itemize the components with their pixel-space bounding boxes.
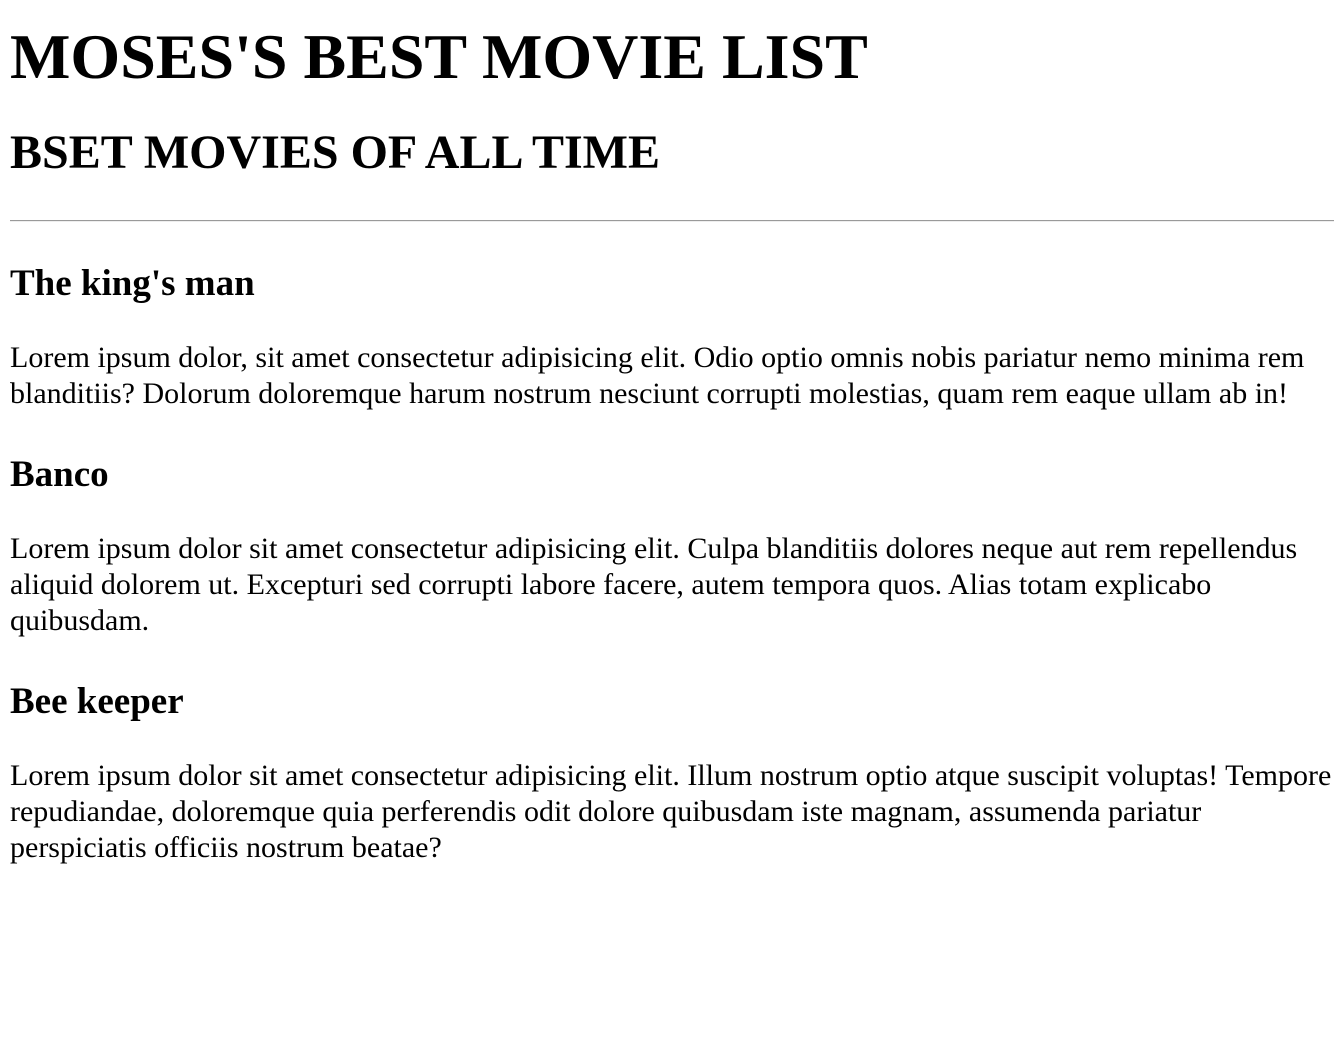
- page-subtitle: BSET MOVIES OF ALL TIME: [10, 126, 660, 179]
- divider: [10, 220, 1334, 222]
- movie-item-bee-keeper: Bee keeper Lorem ipsum dolor sit amet co…: [10, 681, 1334, 866]
- movie-title: The king's man: [10, 263, 255, 304]
- movie-item-kings-man: The king's man Lorem ipsum dolor, sit am…: [10, 263, 1334, 412]
- page-title: MOSES'S BEST MOVIE LIST: [10, 21, 868, 92]
- movie-description: Lorem ipsum dolor sit amet consectetur a…: [10, 532, 1298, 637]
- movie-item-banco: Banco Lorem ipsum dolor sit amet consect…: [10, 454, 1334, 639]
- movie-title: Bee keeper: [10, 681, 184, 722]
- movie-description: Lorem ipsum dolor sit amet consectetur a…: [10, 759, 1332, 864]
- movie-list: The king's man Lorem ipsum dolor, sit am…: [10, 263, 1334, 866]
- movie-description: Lorem ipsum dolor, sit amet consectetur …: [10, 341, 1305, 410]
- movie-title: Banco: [10, 454, 109, 495]
- page: MOSES'S BEST MOVIE LIST BSET MOVIES OF A…: [0, 21, 1342, 866]
